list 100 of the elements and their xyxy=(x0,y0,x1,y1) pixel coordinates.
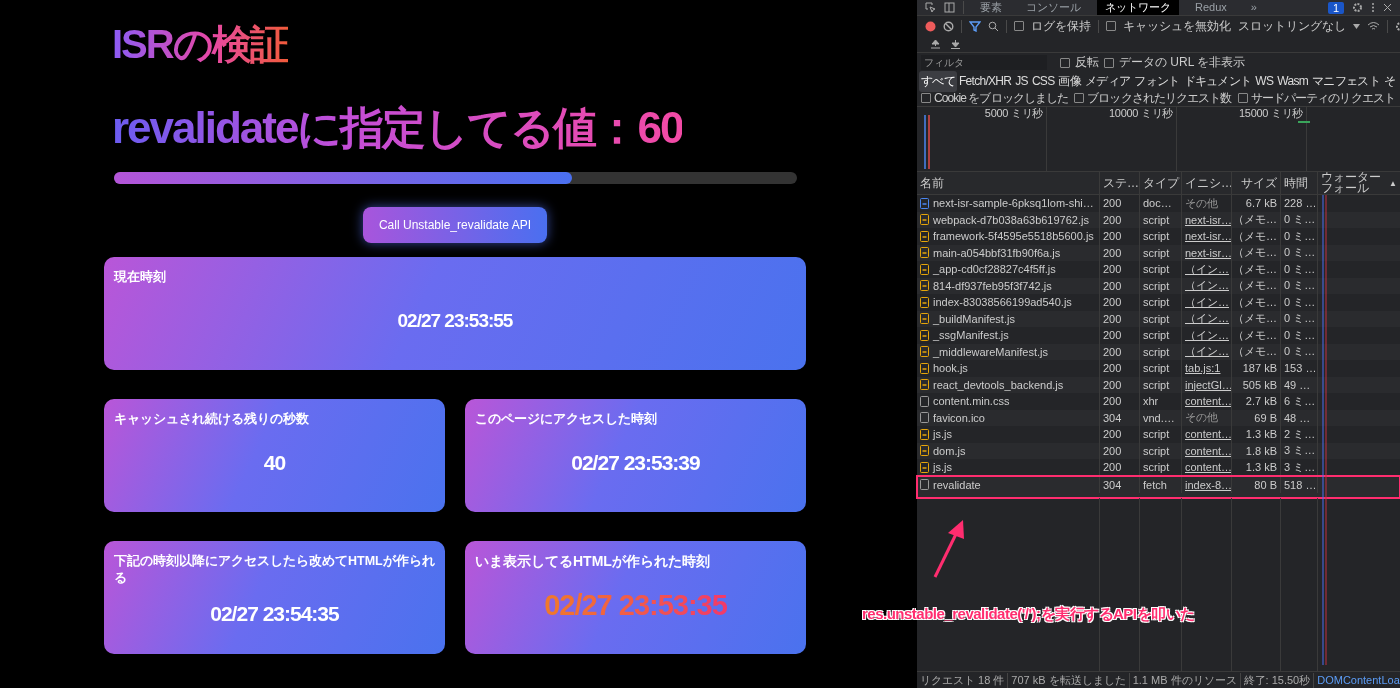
initiator-link[interactable]: tab.js:1 xyxy=(1185,362,1221,375)
request-name: webpack-d7b038a63b619762.js xyxy=(933,213,1089,226)
initiator-link[interactable]: index-8… xyxy=(1185,478,1231,491)
call-api-button[interactable]: Call Unstable_revalidate API xyxy=(362,207,548,243)
column-header[interactable]: ステ… xyxy=(1100,172,1140,194)
time-cell: 0 ミ… xyxy=(1284,212,1316,228)
column-header[interactable]: 名前 xyxy=(917,172,1100,194)
device-icon[interactable] xyxy=(944,2,955,13)
search-icon[interactable] xyxy=(988,20,999,32)
initiator-link[interactable]: content… xyxy=(1185,428,1231,441)
type-filter-chip[interactable]: 画像 xyxy=(1056,70,1084,92)
type-filter-chip[interactable]: メディア xyxy=(1083,70,1133,92)
type-filter-chip[interactable]: フォント xyxy=(1132,70,1182,92)
request-row[interactable]: framework-5f4595e5518b5600.js 200 script next-isr…（メモ… 0 ミ… xyxy=(917,228,1400,245)
type-filter-chip[interactable]: Fetch/XHR xyxy=(956,72,1014,90)
request-row[interactable]: _app-cd0cf28827c4f5ff.js 200 script （イン… （メモ… 0 ミ… xyxy=(917,261,1400,278)
devtools-tab[interactable]: Redux xyxy=(1187,0,1235,15)
type-filter-chip[interactable]: WS xyxy=(1253,72,1276,90)
initiator-link[interactable]: next-isr… xyxy=(1185,246,1231,259)
devtools-tab[interactable]: 要素 xyxy=(972,0,1010,15)
record-icon[interactable] xyxy=(925,20,936,32)
wifi-settings-icon[interactable] xyxy=(1367,21,1380,31)
request-row[interactable]: index-83038566199ad540.js 200 script （イン… （メモ… 0 ミ… xyxy=(917,294,1400,311)
status-cell: 304 xyxy=(1103,478,1122,491)
time-cell: 0 ミ… xyxy=(1284,311,1316,327)
request-row[interactable]: react_devtools_backend.js 200 script injectGl… 505 kB 49 … xyxy=(917,376,1400,393)
download-icon[interactable] xyxy=(951,39,960,49)
type-filter-chip[interactable]: Wasm xyxy=(1275,72,1310,90)
size-cell: 6.7 kB xyxy=(1245,197,1277,210)
initiator-link[interactable]: （イン… xyxy=(1185,327,1229,343)
request-row[interactable]: _middlewareManifest.js 200 script （イン… （メモ… 0 ミ… xyxy=(917,343,1400,360)
devtools-tab[interactable]: コンソール xyxy=(1018,0,1089,15)
column-header[interactable]: 時間 xyxy=(1281,172,1318,194)
column-header[interactable]: サイズ xyxy=(1232,172,1281,194)
preserve-log-checkbox[interactable] xyxy=(1014,21,1024,31)
inspect-icon[interactable] xyxy=(925,2,936,13)
time-cell: 49 … xyxy=(1284,378,1311,391)
column-header[interactable]: ウォーターフォール xyxy=(1321,172,1388,194)
upload-icon[interactable] xyxy=(931,39,940,49)
filter-option-checkbox[interactable] xyxy=(1104,57,1114,68)
request-name: dom.js xyxy=(933,444,966,457)
initiator-link[interactable]: content… xyxy=(1185,461,1231,474)
type-filter-chip[interactable]: CSS xyxy=(1029,72,1057,90)
column-header[interactable]: タイプ xyxy=(1140,172,1182,194)
disable-cache-checkbox[interactable] xyxy=(1106,21,1116,31)
request-name: next-isr-sample-6pksq1lom-shi… xyxy=(933,197,1094,210)
initiator-link[interactable]: injectGl… xyxy=(1185,378,1231,391)
initiator-link[interactable]: （イン… xyxy=(1185,278,1229,294)
request-row[interactable]: _buildManifest.js 200 script （イン… （メモ… 0 ミ… xyxy=(917,310,1400,327)
time-cell: 518 … xyxy=(1284,478,1317,491)
more-icon[interactable] xyxy=(1371,2,1375,13)
block-option-checkbox[interactable] xyxy=(1237,93,1248,103)
close-icon[interactable] xyxy=(1383,3,1392,12)
message-badge[interactable]: 1 xyxy=(1327,1,1344,14)
type-filter-chip[interactable]: ドキュメント xyxy=(1181,70,1254,92)
dom-content-loaded-link[interactable]: DOMContentLoa xyxy=(1314,674,1400,686)
request-row[interactable]: webpack-d7b038a63b619762.js 200 script next-isr…（メモ… 0 ミ… xyxy=(917,211,1400,228)
devtools-tab[interactable]: ネットワーク xyxy=(1097,0,1179,15)
request-row[interactable]: revalidate 304 fetch index-8… 80 B 518 … xyxy=(917,475,1400,498)
filter-option-label: データの URL を非表示 xyxy=(1119,54,1246,71)
request-row[interactable]: next-isr-sample-6pksq1lom-shi… 200 doc… その他 6.7 kB 228 … xyxy=(917,195,1400,212)
throttling-dropdown[interactable]: スロットリングなし xyxy=(1238,17,1346,35)
initiator-link[interactable]: next-isr… xyxy=(1185,213,1231,226)
type-filter-chip[interactable]: マニフェスト xyxy=(1310,70,1382,92)
type-cell: doc… xyxy=(1143,197,1172,210)
timeline-label: 5000 ミリ秒 xyxy=(984,107,1043,119)
request-row[interactable]: content.min.css 200 xhr content… 2.7 kB 6 ミ… xyxy=(917,393,1400,410)
size-cell: 187 kB xyxy=(1242,362,1277,375)
clear-icon[interactable] xyxy=(943,20,954,32)
filter-option-checkbox[interactable] xyxy=(1060,57,1070,68)
filter-icon[interactable] xyxy=(969,20,981,32)
initiator-link[interactable]: next-isr… xyxy=(1185,230,1231,243)
initiator-link[interactable]: （イン… xyxy=(1185,261,1229,277)
timeline-label: 10000 ミリ秒 xyxy=(1109,107,1173,119)
status-text: 終了: 15.50秒 xyxy=(1240,672,1315,688)
request-row[interactable]: hook.js 200 script tab.js:1 187 kB 153 … xyxy=(917,360,1400,377)
initiator-link[interactable]: （イン… xyxy=(1185,294,1229,310)
annotation-text: res.unstable_revalidate('/');を実行するAPIを叩いた xyxy=(862,605,1195,624)
request-row[interactable]: main-a054bbf31fb90f6a.js 200 script next-isr…（メモ… 0 ミ… xyxy=(917,244,1400,261)
time-cell: 3 ミ… xyxy=(1284,459,1316,475)
filter-field[interactable]: フィルタ xyxy=(921,55,1047,70)
block-option-checkbox[interactable] xyxy=(1074,93,1085,103)
initiator-link[interactable]: （イン… xyxy=(1185,344,1229,360)
initiator-link[interactable]: content… xyxy=(1185,444,1231,457)
preserve-log-label: ログを保持 xyxy=(1031,17,1091,35)
type-filter-chip[interactable]: そ xyxy=(1381,70,1398,92)
devtools-tab[interactable]: » xyxy=(1242,0,1265,15)
type-filter-chip[interactable]: JS xyxy=(1013,72,1030,90)
request-row[interactable]: favicon.ico 304 vnd.… その他 69 B 48 … xyxy=(917,409,1400,426)
request-row[interactable]: dom.js 200 script content… 1.8 kB 3 ミ… xyxy=(917,442,1400,459)
column-header[interactable]: イニシ… xyxy=(1182,172,1232,194)
request-row[interactable]: _ssgManifest.js 200 script （イン… （メモ… 0 ミ… xyxy=(917,327,1400,344)
block-option-checkbox[interactable] xyxy=(921,93,931,103)
request-row[interactable]: js.js 200 script content… 1.3 kB 2 ミ… xyxy=(917,426,1400,443)
initiator-cell: その他 xyxy=(1185,410,1218,426)
type-filter-chip[interactable]: すべて xyxy=(919,70,957,92)
request-row[interactable]: 814-df937feb95f3f742.js 200 script （イン… （メモ… 0 ミ… xyxy=(917,277,1400,294)
initiator-link[interactable]: （イン… xyxy=(1185,311,1229,327)
initiator-link[interactable]: content… xyxy=(1185,395,1231,408)
size-cell: 505 kB xyxy=(1242,378,1277,391)
